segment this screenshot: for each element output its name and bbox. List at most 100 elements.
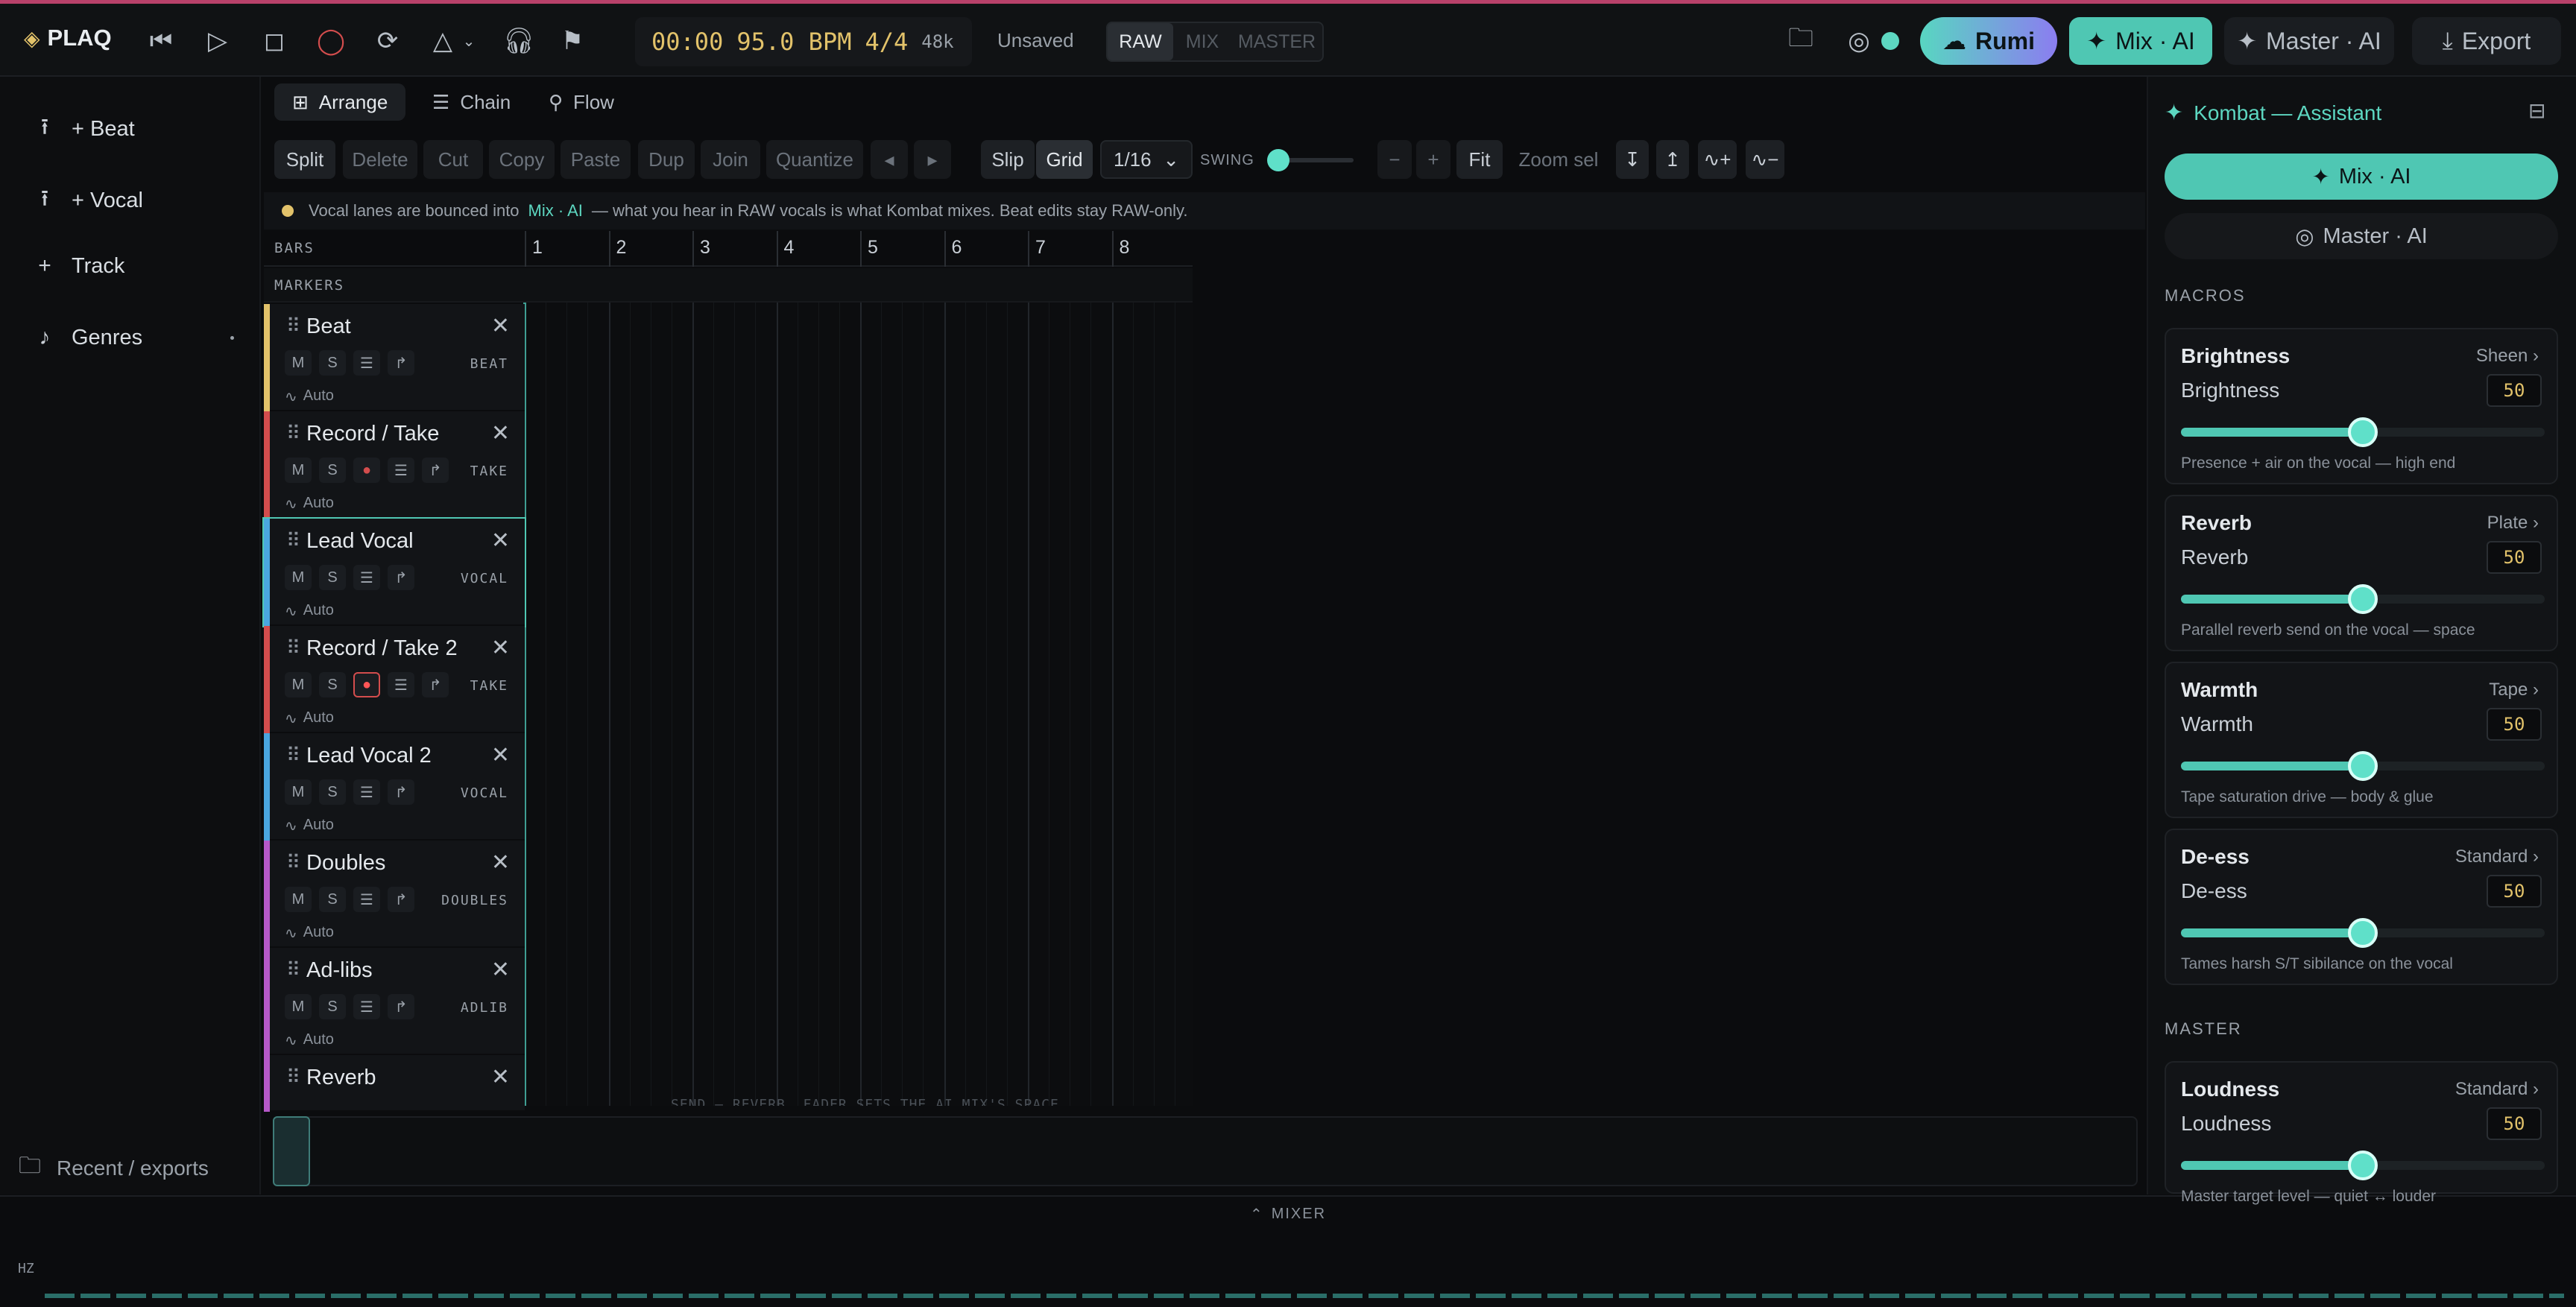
track-name[interactable]: Ad-libs xyxy=(306,958,373,983)
macro-slider-thumb[interactable] xyxy=(2348,751,2378,781)
delete-button[interactable]: Delete xyxy=(343,140,417,179)
solo-button[interactable]: S xyxy=(319,887,346,912)
fx-chain-icon[interactable]: ☰ xyxy=(353,779,380,805)
automation-toggle[interactable]: ∿ Auto xyxy=(285,1031,334,1050)
rumi-button[interactable]: ☁ Rumi xyxy=(1920,17,2057,65)
mute-button[interactable]: M xyxy=(285,994,312,1019)
fx-chain-icon[interactable]: ☰ xyxy=(353,994,380,1019)
solo-button[interactable]: S xyxy=(319,565,346,590)
join-button[interactable]: Join xyxy=(701,140,760,179)
notice-mix-ai-link[interactable]: Mix · AI xyxy=(528,201,583,221)
macro-preset-selector[interactable]: Standard › xyxy=(2455,846,2539,867)
export-button[interactable]: ⤓ Export xyxy=(2412,17,2561,65)
track-name[interactable]: Doubles xyxy=(306,851,385,876)
track-name[interactable]: Reverb xyxy=(306,1066,376,1090)
genres-button[interactable]: ♪ Genres xyxy=(33,325,234,350)
record-arm-button[interactable]: ● xyxy=(353,672,380,697)
nudge-left-button[interactable]: ◂ xyxy=(871,140,908,179)
fx-chain-icon[interactable]: ☰ xyxy=(388,672,414,697)
track-header[interactable]: ⠿ Reverb ✕ xyxy=(264,1055,525,1112)
macro-slider[interactable] xyxy=(2181,417,2545,447)
macro-slider-thumb[interactable] xyxy=(2348,417,2378,447)
add-beat-button[interactable]: ⭱ + Beat xyxy=(33,110,135,148)
macro-preset-selector[interactable]: Standard › xyxy=(2455,1079,2539,1100)
solo-button[interactable]: S xyxy=(319,672,346,697)
mix-ai-button[interactable]: ✦ Mix · AI xyxy=(2069,17,2212,65)
grid-button[interactable]: Grid xyxy=(1036,140,1093,179)
fx-chain-icon[interactable]: ☰ xyxy=(388,458,414,483)
close-icon[interactable]: ✕ xyxy=(491,635,510,661)
play-icon[interactable]: ▷ xyxy=(197,20,239,62)
drag-handle-icon[interactable]: ⠿ xyxy=(286,958,300,981)
time-signature[interactable]: 4/4 xyxy=(865,28,908,56)
slip-button[interactable]: Slip xyxy=(981,140,1035,179)
macro-preset-selector[interactable]: Sheen › xyxy=(2476,346,2539,367)
track-name[interactable]: Record / Take xyxy=(306,422,439,446)
track-name[interactable]: Record / Take 2 xyxy=(306,636,458,661)
fx-chain-icon[interactable]: ☰ xyxy=(353,565,380,590)
track-header[interactable]: ⠿ Lead Vocal ✕ M S ☰ ↱ VOCAL ∿ Auto xyxy=(262,517,526,627)
zoom-out-button[interactable]: − xyxy=(1377,140,1412,179)
close-icon[interactable]: ✕ xyxy=(491,1064,510,1090)
macro-slider[interactable] xyxy=(2181,584,2545,614)
send-icon[interactable]: ↱ xyxy=(422,458,449,483)
track-header[interactable]: ⠿ Beat ✕ M S ☰ ↱ BEAT ∿ Auto xyxy=(264,304,525,411)
automation-toggle[interactable]: ∿ Auto xyxy=(285,817,334,835)
track-header[interactable]: ⠿ Record / Take 2 ✕ M S ● ☰ ↱ TAKE ∿ Auto xyxy=(264,626,525,733)
macro-preset-selector[interactable]: Plate › xyxy=(2487,513,2539,534)
mute-button[interactable]: M xyxy=(285,887,312,912)
overview-viewport-handle[interactable] xyxy=(273,1116,310,1186)
solo-button[interactable]: S xyxy=(319,994,346,1019)
markers-ruler[interactable]: MARKERS xyxy=(264,268,1193,303)
track-height-down-button[interactable]: ↧ xyxy=(1616,140,1649,179)
track-header[interactable]: ⠿ Doubles ✕ M S ☰ ↱ DOUBLES ∿ Auto xyxy=(264,841,525,948)
bpm-readout[interactable]: 95.0 BPM xyxy=(736,28,851,56)
zoom-in-button[interactable]: + xyxy=(1416,140,1450,179)
master-ai-button[interactable]: ✦ Master · AI xyxy=(2224,17,2394,65)
tab-arrange[interactable]: ⊞ Arrange xyxy=(274,83,406,121)
close-icon[interactable]: ✕ xyxy=(491,420,510,446)
automation-toggle[interactable]: ∿ Auto xyxy=(285,387,334,406)
macro-slider[interactable] xyxy=(2181,751,2545,781)
cut-button[interactable]: Cut xyxy=(423,140,483,179)
mode-raw[interactable]: RAW xyxy=(1108,23,1173,60)
track-name[interactable]: Lead Vocal xyxy=(306,529,414,554)
track-height-up-button[interactable]: ↥ xyxy=(1656,140,1689,179)
drag-handle-icon[interactable]: ⠿ xyxy=(286,314,300,338)
automation-toggle[interactable]: ∿ Auto xyxy=(285,924,334,943)
send-icon[interactable]: ↱ xyxy=(422,672,449,697)
add-vocal-button[interactable]: ⭱ + Vocal xyxy=(33,182,143,220)
macro-value-input[interactable]: 50 xyxy=(2487,541,2542,574)
close-icon[interactable]: ✕ xyxy=(491,313,510,339)
mute-button[interactable]: M xyxy=(285,350,312,376)
swing-slider-thumb[interactable] xyxy=(1267,149,1289,171)
nudge-right-button[interactable]: ▸ xyxy=(914,140,951,179)
stop-icon[interactable]: ◻ xyxy=(253,20,295,62)
record-icon[interactable]: ◯ xyxy=(310,20,352,62)
drag-handle-icon[interactable]: ⠿ xyxy=(286,636,300,659)
wave-zoom-out-button[interactable]: ∿− xyxy=(1746,140,1784,179)
duplicate-button[interactable]: Dup xyxy=(638,140,695,179)
track-header[interactable]: ⠿ Lead Vocal 2 ✕ M S ☰ ↱ VOCAL ∿ Auto xyxy=(264,733,525,841)
palette-icon[interactable]: ◎ xyxy=(1838,20,1880,62)
solo-button[interactable]: S xyxy=(319,350,346,376)
track-name[interactable]: Beat xyxy=(306,314,351,339)
track-header[interactable]: ⠿ Ad-libs ✕ M S ☰ ↱ ADLIB ∿ Auto xyxy=(264,948,525,1055)
close-icon[interactable]: ✕ xyxy=(491,742,510,768)
send-icon[interactable]: ↱ xyxy=(388,779,414,805)
quantize-button[interactable]: Quantize xyxy=(766,140,863,179)
mute-button[interactable]: M xyxy=(285,565,312,590)
fit-button[interactable]: Fit xyxy=(1456,140,1503,179)
track-name[interactable]: Lead Vocal 2 xyxy=(306,744,432,768)
automation-toggle[interactable]: ∿ Auto xyxy=(285,709,334,728)
drag-handle-icon[interactable]: ⠿ xyxy=(286,744,300,767)
mute-button[interactable]: M xyxy=(285,672,312,697)
automation-toggle[interactable]: ∿ Auto xyxy=(285,602,334,621)
folder-icon[interactable]: 🗀︎ xyxy=(1780,20,1822,62)
mode-mix[interactable]: MIX xyxy=(1173,23,1231,60)
close-icon[interactable]: ✕ xyxy=(491,528,510,554)
send-icon[interactable]: ↱ xyxy=(388,994,414,1019)
solo-button[interactable]: S xyxy=(319,458,346,483)
tab-chain[interactable]: ☰ Chain xyxy=(414,83,528,121)
headphones-icon[interactable]: 🎧︎ xyxy=(498,20,540,62)
